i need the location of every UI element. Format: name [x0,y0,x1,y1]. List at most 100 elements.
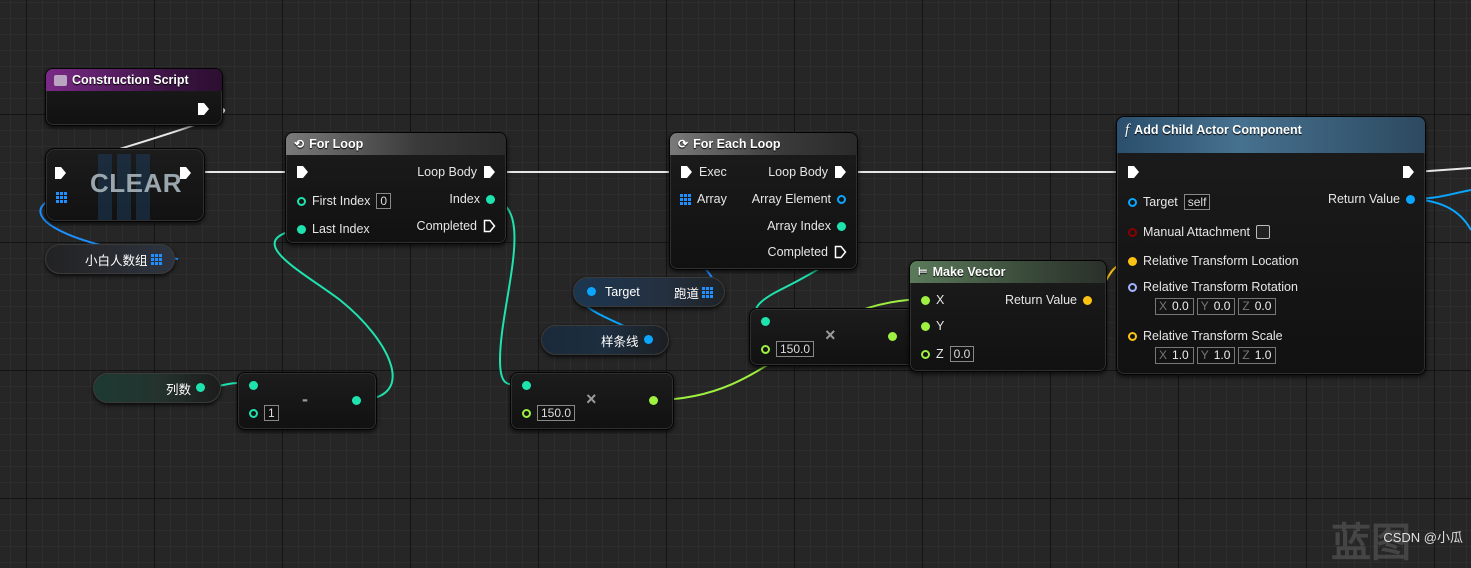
completed-pin[interactable] [483,219,496,233]
vector-z-label: Z [936,347,944,361]
construction-script-header: Construction Script [46,69,222,91]
multiply2-out-pin[interactable] [888,332,897,341]
construction-script-node[interactable]: Construction Script [45,68,223,126]
target-in-pin[interactable] [587,287,596,296]
construction-script-icon [54,74,67,86]
for-loop-node[interactable]: ⟲ For Loop First Index 0 Last Index Loop… [285,132,507,244]
variable-target-node[interactable]: Target 跑道 [573,277,725,307]
multiply1-out-pin[interactable] [649,396,658,405]
vector-return-pin[interactable] [1083,295,1092,305]
add-child-target-value[interactable]: self [1183,194,1211,210]
add-child-target-pin[interactable] [1128,197,1137,207]
construction-script-title: Construction Script [72,73,189,87]
scale-y-field[interactable]: Y 1.0 [1196,347,1236,364]
columns-out-pin[interactable] [196,383,205,392]
array-index-label: Array Index [767,219,831,233]
add-child-exec-out-pin[interactable] [1402,165,1415,179]
target-out-array-pin[interactable] [702,287,713,298]
variable-spline-label: 样条线 [601,334,639,349]
multiply1-b-pin[interactable] [522,408,531,418]
vector-x-pin[interactable] [921,295,930,305]
add-child-actor-title: Add Child Actor Component [1134,123,1302,137]
add-child-actor-node[interactable]: f Add Child Actor Component Target self … [1116,116,1426,375]
completed-label: Completed [416,219,477,233]
for-each-completed-pin[interactable] [834,245,847,259]
subtract-node[interactable]: 1 - [237,372,377,430]
for-loop-title: For Loop [309,137,364,151]
rotation-y-field[interactable]: Y 0.0 [1196,298,1236,315]
variable-array-label: 小白人数组 [85,253,148,268]
spline-out-pin[interactable] [644,335,653,344]
array-element-label: Array Element [751,192,831,206]
clear-label: CLEAR [90,168,183,198]
multiply2-b-pin[interactable] [761,344,770,354]
subtract-operator: - [302,389,308,409]
multiply2-b-value[interactable]: 150.0 [776,341,815,357]
vector-y-pin[interactable] [921,321,930,331]
function-f-icon: f [1125,122,1130,138]
add-child-actor-header: f Add Child Actor Component [1117,117,1425,153]
for-each-loop-body-label: Loop Body [768,165,828,179]
last-index-label: Last Index [312,222,370,236]
loop-icon: ⟲ [294,137,305,151]
for-loop-exec-in-pin[interactable] [296,165,309,179]
multiply2-operator: × [825,325,836,345]
make-vector-title: Make Vector [932,265,1006,279]
array-in-pin[interactable] [680,193,691,205]
vector-z-value[interactable]: 0.0 [949,346,975,362]
subtract-b-value[interactable]: 1 [264,405,279,421]
multiply1-b-value[interactable]: 150.0 [537,405,576,421]
clear-exec-in-pin[interactable] [54,166,67,180]
loop-body-label: Loop Body [417,165,477,179]
vector-return-label: Return Value [1004,293,1077,307]
array-element-pin[interactable] [837,194,846,204]
multiply-node-1[interactable]: 150.0 × [510,372,674,430]
subtract-b-pin[interactable] [249,408,258,418]
array-pin-icon[interactable] [151,254,162,265]
exec-label: Exec [699,165,727,179]
make-vector-header: ⊨ Make Vector [910,261,1106,283]
first-index-value[interactable]: 0 [376,193,392,209]
for-each-exec-in-pin[interactable] [680,165,693,179]
array-label: Array [697,192,727,206]
multiply1-a-pin[interactable] [522,381,531,390]
add-child-return-pin[interactable] [1406,194,1415,204]
subtract-out-pin[interactable] [352,396,361,405]
for-each-loop-header: ⟳ For Each Loop [670,133,857,155]
rotation-x-field[interactable]: X 0.0 [1155,298,1194,315]
for-each-icon: ⟳ [678,137,689,151]
multiply2-a-pin[interactable] [761,317,770,326]
array-icon [56,192,67,203]
construction-exec-out-pin[interactable] [197,102,210,116]
for-each-loop-body-pin[interactable] [834,165,847,179]
array-index-pin[interactable] [837,221,846,231]
rotation-pin[interactable] [1128,282,1137,292]
variable-columns-node[interactable]: 列数 [93,373,221,403]
location-pin[interactable] [1128,256,1137,266]
manual-attachment-checkbox[interactable] [1256,225,1271,239]
multiply-node-2[interactable]: 150.0 × [749,308,915,366]
scale-pin[interactable] [1128,331,1137,341]
last-index-pin[interactable] [297,224,306,234]
rotation-z-field[interactable]: Z 0.0 [1238,298,1277,315]
add-child-exec-in-pin[interactable] [1127,165,1140,179]
index-out-pin[interactable] [486,194,495,204]
make-vector-node[interactable]: ⊨ Make Vector X Y Z 0.0 Return Value [909,260,1107,372]
for-each-completed-label: Completed [767,245,828,259]
manual-attachment-pin[interactable] [1128,227,1137,237]
add-child-return-label: Return Value [1327,192,1400,206]
scale-z-field[interactable]: Z 1.0 [1238,347,1277,364]
variable-array-node[interactable]: 小白人数组 [45,244,175,274]
vector-y-label: Y [936,319,945,333]
for-each-loop-node[interactable]: ⟳ For Each Loop Exec Array Loop Body Arr… [669,132,858,270]
first-index-pin[interactable] [297,196,306,206]
clear-target-array-pin[interactable] [56,192,67,203]
variable-target-sublabel: 跑道 [674,286,700,301]
subtract-a-pin[interactable] [249,381,258,390]
manual-attachment-label: Manual Attachment [1143,225,1251,239]
variable-target-label: Target [605,285,640,299]
scale-x-field[interactable]: X 1.0 [1155,347,1194,364]
vector-z-pin[interactable] [921,349,930,359]
loop-body-pin[interactable] [483,165,496,179]
variable-spline-node[interactable]: 样条线 [541,325,669,355]
